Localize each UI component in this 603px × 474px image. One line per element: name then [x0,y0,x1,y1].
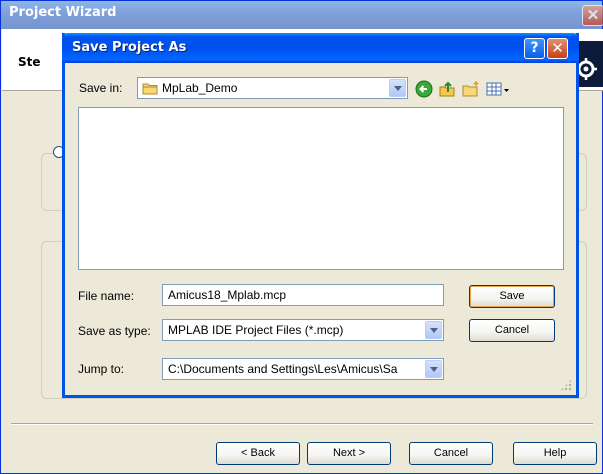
new-folder-icon[interactable] [462,80,480,98]
save-in-dropdown[interactable]: MpLab_Demo [137,77,408,99]
chevron-down-icon[interactable] [425,360,442,378]
save-in-label: Save in: [79,81,123,95]
back-button[interactable]: < Back [216,442,300,465]
wizard-title: Project Wizard [9,5,117,20]
save-as-type-label: Save as type: [78,324,151,338]
dialog-title: Save Project As [72,40,187,55]
file-name-field[interactable]: Amicus18_Mplab.mcp [162,284,444,306]
file-name-label: File name: [78,289,135,303]
save-button[interactable]: Save [469,285,555,308]
dialog-cancel-button[interactable]: Cancel [469,319,555,342]
resize-grip-icon[interactable] [560,379,572,391]
dialog-help-button[interactable]: ? [524,38,545,59]
wizard-step-label: Ste [18,55,41,69]
dialog-close-button[interactable]: ✕ [547,38,568,59]
jump-to-label: Jump to: [78,362,125,376]
back-icon[interactable] [415,80,433,98]
file-name-value: Amicus18_Mplab.mcp [168,288,287,302]
jump-to-dropdown[interactable]: C:\Documents and Settings\Les\Amicus\Sa [162,358,444,380]
chevron-down-icon[interactable] [389,79,406,97]
close-icon: ✕ [551,39,564,57]
next-button[interactable]: Next > [307,442,391,465]
wizard-separator [11,423,593,425]
close-icon: ✕ [586,7,600,24]
file-list-view[interactable] [78,107,564,270]
save-project-as-dialog: Save Project As ? ✕ Save in: MpLab_Demo [62,33,579,398]
folder-icon [142,81,158,98]
chevron-down-icon[interactable] [425,321,442,339]
help-button[interactable]: Help [513,442,597,465]
save-as-type-value: MPLAB IDE Project Files (*.mcp) [168,323,344,337]
dialog-title-bar: Save Project As ? ✕ [62,33,579,63]
jump-to-value: C:\Documents and Settings\Les\Amicus\Sa [168,362,398,376]
save-as-type-dropdown[interactable]: MPLAB IDE Project Files (*.mcp) [162,319,444,341]
help-icon: ? [530,40,539,56]
wizard-close-button[interactable]: ✕ [582,5,603,26]
wizard-cancel-button[interactable]: Cancel [409,442,493,465]
views-menu-icon[interactable] [486,80,512,98]
save-in-value: MpLab_Demo [162,81,238,95]
up-folder-icon[interactable] [438,80,456,98]
